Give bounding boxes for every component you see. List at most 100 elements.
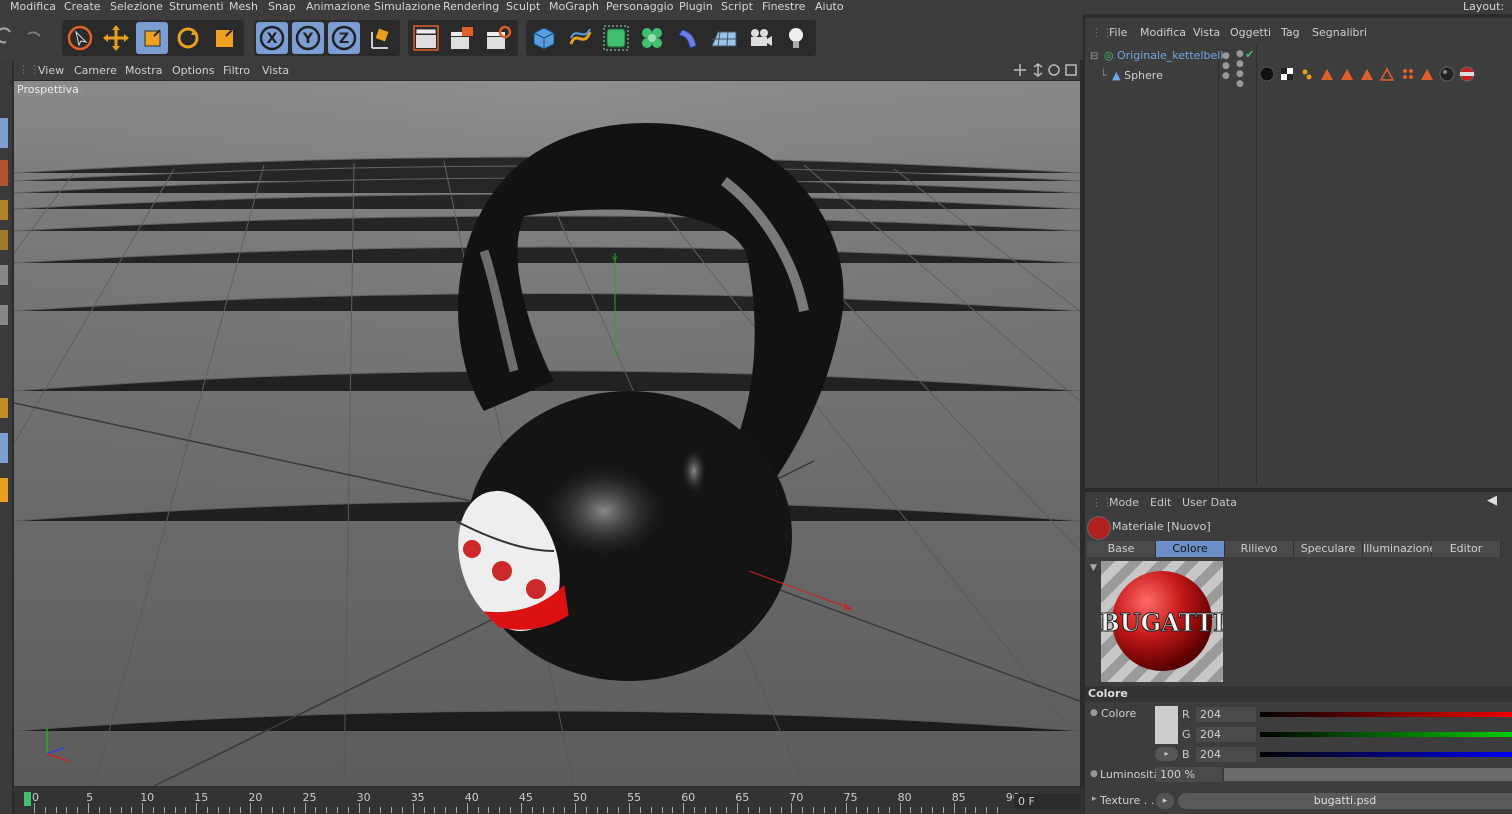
point-selection-tag-icon[interactable] (1403, 69, 1413, 79)
maximize-view-icon[interactable] (1065, 64, 1077, 76)
mode-model-button[interactable] (0, 118, 8, 148)
objmenu-oggetti[interactable]: Oggetti (1230, 26, 1271, 39)
menu-personaggio[interactable]: Personaggio (606, 0, 673, 13)
r-value-field[interactable]: 204 (1196, 707, 1256, 722)
selection-tag-icon-5[interactable] (1421, 69, 1433, 80)
mode-points-button[interactable] (0, 200, 8, 220)
attrmenu-user-data[interactable]: User Data (1182, 496, 1237, 509)
y-axis-lock-button[interactable]: Y (292, 22, 324, 54)
viewport-menu-filtro[interactable]: Filtro (223, 64, 250, 77)
color-picker-toggle-icon[interactable]: ▸ (1155, 747, 1178, 761)
anim-dot-icon[interactable]: ● (1090, 708, 1098, 718)
collapse-preview-icon[interactable]: ▼ (1090, 563, 1097, 573)
g-slider[interactable] (1260, 732, 1512, 737)
menu-selezione[interactable]: Selezione (110, 0, 163, 13)
rotate-view-icon[interactable] (1048, 64, 1060, 76)
mode-edges-button[interactable] (0, 230, 8, 250)
add-nurbs-button[interactable] (600, 22, 632, 54)
tab-colore[interactable]: Colore (1156, 541, 1225, 557)
enabled-check-icon[interactable]: ✔ (1245, 48, 1254, 61)
objmenu-modifica[interactable]: Modifica (1140, 26, 1186, 39)
selection-tag-icon-1[interactable] (1321, 69, 1333, 80)
expand-tree-icon[interactable]: ⊟ (1090, 51, 1098, 62)
add-mograph-button[interactable] (636, 22, 668, 54)
anim-dot-icon-2[interactable]: ● (1090, 769, 1098, 779)
material-tag-black-icon[interactable] (1259, 66, 1275, 82)
viewport-menu-view[interactable]: View (38, 64, 64, 77)
workplane-button[interactable] (0, 433, 8, 463)
pan-view-icon[interactable] (1014, 64, 1026, 76)
object-row-originale[interactable]: ⊟ ◎ Originale_kettelbell (1090, 49, 1223, 63)
mode-object-button[interactable] (0, 160, 8, 186)
attrmenu-mode[interactable]: Mode (1109, 496, 1139, 509)
attrmenu-edit[interactable]: Edit (1150, 496, 1171, 509)
undo-icon[interactable] (0, 24, 50, 52)
add-cube-button[interactable] (528, 22, 560, 54)
layout-label[interactable]: Layout: (1463, 0, 1504, 13)
objmenu-segnalibri[interactable]: Segnalibri (1312, 26, 1367, 39)
visibility-dots-2[interactable]: ● ● (1236, 49, 1244, 69)
add-camera-button[interactable] (744, 22, 776, 54)
render-view-button[interactable] (410, 22, 442, 54)
texture-menu-button[interactable]: ▸ (1156, 793, 1174, 809)
viewport-menu-camere[interactable]: Camere (74, 64, 117, 77)
current-frame-field[interactable]: 0 F (1014, 794, 1080, 809)
viewport-menu-options[interactable]: Options (172, 64, 214, 77)
menu-script[interactable]: Script (721, 0, 753, 13)
texture-file-field[interactable]: bugatti.psd (1178, 793, 1512, 809)
add-deformer-button[interactable] (672, 22, 704, 54)
selection-tag-icon-3[interactable] (1361, 69, 1373, 80)
texture-tag-checker-icon[interactable] (1281, 68, 1293, 80)
objmenu-vista[interactable]: Vista (1193, 26, 1220, 39)
menu-snap[interactable]: Snap (268, 0, 296, 13)
material-tag-dark-icon[interactable] (1439, 66, 1455, 82)
b-value-field[interactable]: 204 (1196, 747, 1256, 762)
viewport-menu-mostra[interactable]: Mostra (125, 64, 163, 77)
add-spline-button[interactable] (564, 22, 596, 54)
render-picture-viewer-button[interactable] (446, 22, 478, 54)
luminosity-slider[interactable] (1224, 768, 1512, 781)
selection-tag-icon-2[interactable] (1341, 69, 1353, 80)
tab-rilievo[interactable]: Rilievo (1225, 541, 1294, 557)
rotate-button[interactable] (172, 22, 204, 54)
visibility-dots-3[interactable]: ● (1222, 71, 1230, 81)
material-tag-bugatti-icon[interactable] (1459, 66, 1475, 82)
tab-editor[interactable]: Editor (1432, 541, 1501, 557)
recent-tool-button[interactable] (208, 22, 240, 54)
g-value-field[interactable]: 204 (1196, 727, 1256, 742)
expand-texture-icon[interactable]: ▸ (1092, 794, 1097, 804)
timeline-ruler[interactable]: 0 5 10 15 20 25 30 35 40 45 50 55 60 65 70 75 80 85 90 0 F (14, 787, 1084, 814)
tab-illuminazione[interactable]: Illuminazione (1363, 541, 1436, 557)
menu-sculpt[interactable]: Sculpt (506, 0, 540, 13)
b-slider[interactable] (1260, 752, 1512, 757)
snap-toggle-button[interactable] (0, 398, 8, 418)
tab-base[interactable]: Base (1087, 541, 1156, 557)
tab-speculare[interactable]: Speculare (1294, 541, 1363, 557)
back-arrow-icon[interactable]: ◀ (1487, 493, 1497, 508)
add-light-button[interactable] (780, 22, 812, 54)
color-swatch[interactable] (1155, 706, 1178, 744)
selection-tag-icon-4[interactable] (1379, 67, 1395, 81)
menu-create[interactable]: Create (64, 0, 101, 13)
x-axis-lock-button[interactable]: X (256, 22, 288, 54)
live-selection-button[interactable] (64, 22, 96, 54)
dolly-view-icon[interactable] (1033, 63, 1043, 77)
menu-simulazione[interactable]: Simulazione (374, 0, 441, 13)
menu-modifica[interactable]: Modifica (10, 0, 56, 13)
mode-polygons-button[interactable] (0, 265, 8, 285)
render-settings-button[interactable] (482, 22, 514, 54)
menu-aiuto[interactable]: Aiuto (815, 0, 844, 13)
menu-rendering[interactable]: Rendering (443, 0, 499, 13)
move-button[interactable] (100, 22, 132, 54)
visibility-dots-1[interactable]: ● ● (1222, 51, 1230, 71)
viewport-menu-vista[interactable]: Vista (262, 64, 289, 77)
menu-strumenti[interactable]: Strumenti (169, 0, 224, 13)
objmenu-file[interactable]: File (1109, 26, 1127, 39)
visibility-dots-4[interactable]: ● ● (1236, 69, 1244, 89)
z-axis-lock-button[interactable]: Z (328, 22, 360, 54)
add-environment-button[interactable] (708, 22, 740, 54)
objmenu-tag[interactable]: Tag (1281, 26, 1300, 39)
r-slider[interactable] (1260, 712, 1512, 717)
axis-mode-button[interactable] (0, 478, 8, 502)
menu-mograph[interactable]: MoGraph (549, 0, 599, 13)
